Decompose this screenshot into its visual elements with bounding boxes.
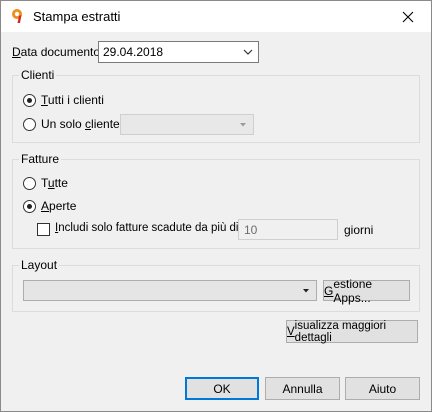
window-title: Stampa estratti (33, 9, 121, 24)
all-clients-radio[interactable] (23, 94, 36, 107)
all-invoices-text: tte (54, 176, 68, 190)
overdue-only-label[interactable]: Includi solo fatture scadute da più di (55, 222, 239, 234)
show-details-text: isualizza maggiori dettagli (294, 319, 387, 344)
document-date-label: Data documento (12, 45, 100, 59)
overdue-only-text: ncludi solo fatture scadute da più di (58, 222, 239, 234)
overdue-days-input[interactable]: 10 (238, 219, 338, 240)
help-button[interactable]: Aiuto (345, 377, 420, 400)
layout-select[interactable] (23, 280, 317, 301)
days-unit-label: giorni (344, 223, 374, 237)
chevron-down-icon (303, 289, 309, 293)
open-invoices-mnemonic: A (41, 199, 50, 213)
title-bar[interactable]: Stampa estratti (1, 1, 431, 32)
all-invoices-mnemonic: u (47, 176, 55, 190)
open-invoices-text: perte (49, 199, 77, 213)
show-details-mnemonic: V (287, 325, 295, 338)
app-logo-icon (12, 9, 22, 23)
manage-apps-mnemonic: G (324, 283, 334, 298)
layout-group-title: Layout (19, 258, 60, 272)
open-invoices-label[interactable]: Aperte (41, 199, 76, 213)
manage-apps-text: estione Apps... (333, 276, 373, 305)
dialog-window: Stampa estratti Data documento 29.04.201… (0, 0, 432, 412)
chevron-down-icon (240, 123, 246, 127)
all-invoices-label[interactable]: Tutte (41, 176, 68, 190)
document-date-label-text: ata documento (20, 45, 101, 59)
document-date-value: 29.04.2018 (103, 45, 164, 59)
document-date-picker[interactable]: 29.04.2018 (98, 41, 259, 63)
client-select[interactable] (120, 114, 254, 135)
close-button[interactable] (385, 1, 431, 32)
single-client-text: liente (91, 117, 120, 131)
overdue-only-checkbox[interactable] (37, 223, 50, 236)
single-client-radio[interactable] (23, 118, 36, 131)
all-clients-mnemonic: T (41, 93, 48, 107)
document-date-label-mnemonic: D (12, 45, 21, 59)
chevron-down-icon[interactable] (243, 47, 253, 57)
single-client-label[interactable]: Un solo cliente (41, 117, 120, 131)
all-invoices-radio[interactable] (23, 177, 36, 190)
clienti-group-title: Clienti (19, 68, 57, 82)
fatture-group-title: Fatture (19, 152, 62, 166)
open-invoices-radio[interactable] (23, 200, 36, 213)
ok-button[interactable]: OK (185, 377, 259, 400)
all-clients-label[interactable]: Tutti i clienti (41, 93, 104, 107)
close-icon (402, 11, 414, 22)
manage-apps-button[interactable]: Gestione Apps... (323, 277, 410, 305)
show-details-button[interactable]: Visualizza maggiori dettagli (286, 319, 418, 344)
all-invoices-text-pre: T (41, 176, 48, 190)
cancel-button[interactable]: Annulla (265, 377, 340, 400)
all-clients-text: utti i clienti (47, 93, 104, 107)
single-client-text-pre: Un solo (41, 117, 86, 131)
